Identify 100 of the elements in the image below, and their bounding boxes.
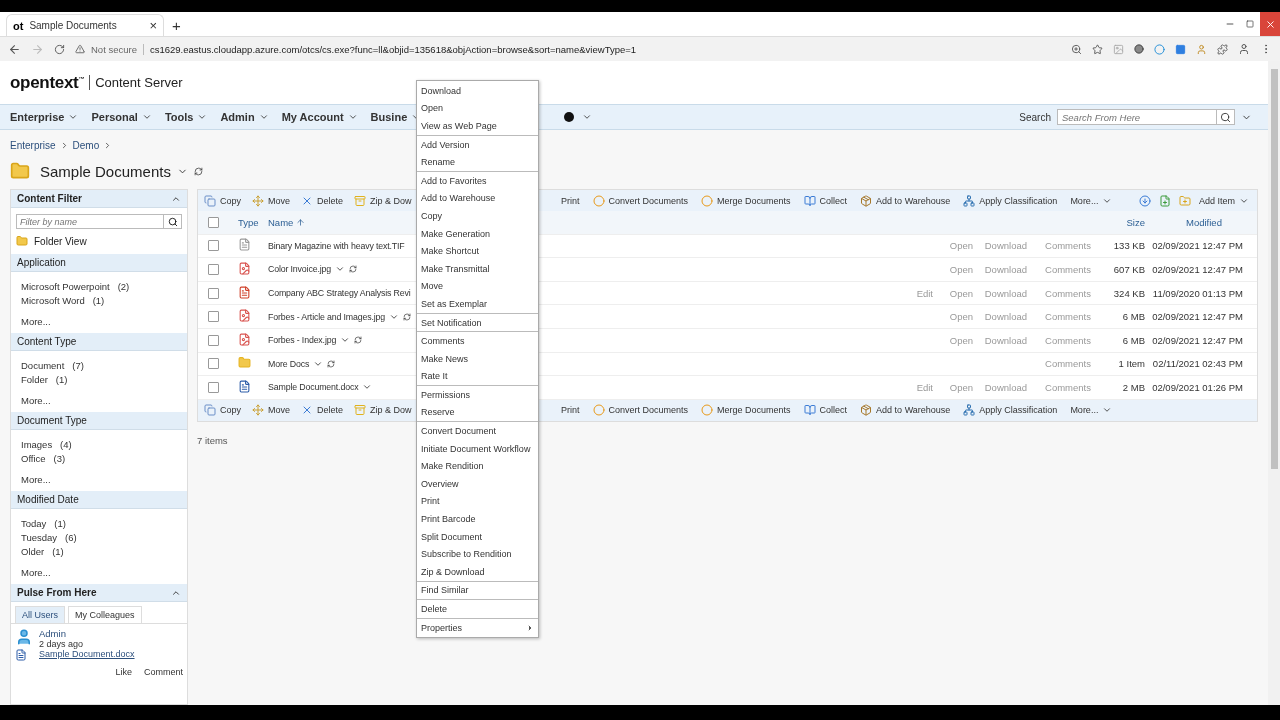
- toolbar-button[interactable]: Zip & Dow: [354, 194, 412, 207]
- chevron-down-icon[interactable]: [582, 112, 593, 122]
- reload-icon[interactable]: [54, 43, 65, 55]
- file-name-link[interactable]: Sample Document.docx: [268, 382, 359, 393]
- toolbar-button[interactable]: Merge Documents: [701, 404, 791, 417]
- menu-item[interactable]: Print Barcode: [417, 510, 538, 528]
- url-field[interactable]: cs1629.eastus.cloudapp.azure.com/otcs/cs.exe?func=ll&objid=135618&objAction=browse&sort=name&viewType=1: [149, 43, 637, 55]
- filter-field[interactable]: Filter by name: [16, 214, 164, 229]
- panel-header[interactable]: Content Filter: [11, 190, 187, 208]
- facet-item[interactable]: Office (3): [21, 453, 181, 464]
- menu-item[interactable]: Add to Warehouse: [417, 189, 538, 208]
- menu-item[interactable]: Permissions: [417, 386, 538, 404]
- menu-item[interactable]: Reserve: [417, 403, 538, 422]
- scrollbar[interactable]: [1268, 61, 1280, 705]
- select-all-checkbox[interactable]: [208, 216, 219, 228]
- menu-item[interactable]: Subscribe to Rendition: [417, 545, 538, 564]
- folder-plus-icon[interactable]: [1178, 194, 1191, 207]
- menu-item[interactable]: Set Notification: [417, 313, 538, 332]
- row-checkbox[interactable]: [208, 240, 219, 252]
- toolbar-button[interactable]: Add to Warehouse: [860, 404, 951, 417]
- menu-item[interactable]: Rename: [417, 153, 538, 171]
- browser-tab[interactable]: ot Sample Documents ×: [6, 14, 164, 36]
- menu-item[interactable]: Zip & Download: [417, 563, 538, 581]
- menu-item[interactable]: Comments: [417, 332, 538, 350]
- toolbar-button[interactable]: Move: [252, 194, 291, 207]
- extension-icon[interactable]: [1154, 43, 1165, 55]
- row-checkbox[interactable]: [208, 287, 219, 299]
- nav-menu[interactable]: Tools: [164, 111, 208, 123]
- pulse-action-link[interactable]: Comment: [144, 667, 183, 677]
- facet-item[interactable]: Images (4): [21, 439, 181, 450]
- facet-item[interactable]: Today (1): [21, 518, 181, 529]
- toolbar-button[interactable]: Add to Warehouse: [860, 194, 951, 207]
- menu-item[interactable]: Initiate Document Workflow: [417, 439, 538, 458]
- panel-header[interactable]: Pulse From Here: [11, 584, 187, 602]
- more-link[interactable]: More...: [21, 316, 181, 327]
- nav-menu[interactable]: My Account: [281, 111, 358, 123]
- toolbar-button[interactable]: Copy: [204, 404, 241, 417]
- menu-item[interactable]: Print: [417, 492, 538, 511]
- toolbar-button[interactable]: Collect: [803, 404, 848, 417]
- menu-item[interactable]: Download: [417, 82, 538, 100]
- row-checkbox[interactable]: [208, 311, 219, 323]
- toolbar-button[interactable]: Zip & Dow: [354, 404, 412, 417]
- menu-item[interactable]: Make Shortcut: [417, 242, 538, 260]
- toolbar-button[interactable]: Copy: [204, 194, 241, 207]
- file-name-link[interactable]: Binary Magazine with heavy text.TIF: [268, 240, 405, 251]
- document-link[interactable]: Sample Document.docx: [39, 649, 183, 661]
- file-name-link[interactable]: More Docs: [268, 358, 310, 369]
- facet-item[interactable]: Microsoft Word (1): [21, 295, 181, 306]
- facet-item[interactable]: Older (1): [21, 546, 181, 557]
- file-name-link[interactable]: Forbes - Index.jpg: [268, 335, 337, 346]
- toolbar-button[interactable]: Convert Documents: [592, 194, 689, 207]
- menu-item[interactable]: Add Version: [417, 135, 538, 154]
- back-icon[interactable]: [8, 42, 21, 56]
- profile-icon[interactable]: [1238, 43, 1250, 55]
- row-checkbox[interactable]: [208, 264, 219, 275]
- nav-menu[interactable]: Enterprise: [10, 111, 79, 123]
- toolbar-button[interactable]: Print: [561, 405, 580, 416]
- toolbar-button[interactable]: Print: [561, 195, 580, 206]
- menu-item[interactable]: Convert Document: [417, 422, 538, 440]
- search-field[interactable]: Search From Here: [1057, 109, 1217, 125]
- row-checkbox[interactable]: [208, 334, 219, 346]
- facet-item[interactable]: Microsoft Powerpoint (2): [21, 281, 181, 292]
- extensions-icon[interactable]: [1217, 43, 1228, 55]
- more-link[interactable]: More...: [21, 474, 181, 485]
- toolbar-button[interactable]: Convert Documents: [592, 404, 689, 417]
- breadcrumb-link[interactable]: Demo: [72, 140, 100, 151]
- menu-item[interactable]: Rate It: [417, 367, 538, 386]
- tab-close-button[interactable]: ×: [149, 18, 157, 33]
- toolbar-button[interactable]: Delete: [301, 194, 344, 207]
- file-name-link[interactable]: Color Invoice.jpg: [268, 264, 331, 275]
- toolbar-button[interactable]: Merge Documents: [701, 194, 791, 207]
- menu-item[interactable]: Make Rendition: [417, 457, 538, 476]
- menu-item[interactable]: Delete: [417, 600, 538, 618]
- menu-item[interactable]: Overview: [417, 475, 538, 493]
- file-plus-icon[interactable]: [1158, 194, 1171, 207]
- column-header[interactable]: Name: [268, 216, 306, 228]
- user-name[interactable]: Admin: [39, 628, 183, 639]
- breadcrumb-link[interactable]: Enterprise: [10, 140, 56, 151]
- column-header[interactable]: Type: [238, 216, 259, 228]
- window-close-icon[interactable]: [1264, 18, 1276, 30]
- row-checkbox[interactable]: [208, 358, 219, 370]
- menu-item[interactable]: Make Transmittal: [417, 259, 538, 278]
- search-icon[interactable]: [167, 216, 178, 227]
- nav-menu[interactable]: Admin: [220, 111, 269, 123]
- folder-view-link[interactable]: Folder View: [34, 235, 87, 247]
- more-menu[interactable]: More...: [1070, 195, 1113, 206]
- toolbar-button[interactable]: Delete: [301, 404, 344, 417]
- menu-item[interactable]: Properties: [417, 618, 538, 637]
- menu-item[interactable]: Make Generation: [417, 224, 538, 243]
- facet-item[interactable]: Folder (1): [21, 374, 181, 385]
- pulse-action-link[interactable]: Like: [115, 667, 132, 677]
- refresh-icon[interactable]: [193, 166, 203, 176]
- more-menu[interactable]: More...: [1070, 405, 1113, 416]
- more-link[interactable]: More...: [21, 567, 181, 578]
- file-name-link[interactable]: Company ABC Strategy Analysis Revi: [268, 288, 411, 299]
- pulse-tab[interactable]: My Colleagues: [68, 606, 142, 623]
- toolbar-button[interactable]: Apply Classification: [963, 404, 1058, 417]
- menu-item[interactable]: Copy: [417, 207, 538, 225]
- extension-icon[interactable]: [1175, 43, 1186, 55]
- search-icon[interactable]: [1220, 111, 1231, 123]
